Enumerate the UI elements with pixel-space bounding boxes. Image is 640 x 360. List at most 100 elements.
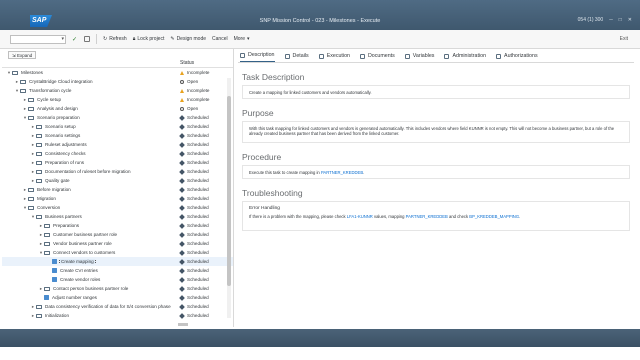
scheduled-icon [179, 150, 185, 157]
exit-button[interactable]: Exit [620, 36, 628, 42]
tree-row[interactable]: ▸ Contact person business partner role Sch… [2, 284, 233, 293]
enter-button[interactable]: ✓ [72, 36, 78, 43]
tree-row-label: Transformation cycle [29, 88, 72, 93]
tree-row-label: Milestones [21, 70, 43, 75]
tab-authorizations[interactable]: Authorizations [496, 53, 538, 62]
tree-row[interactable]: ▸ Consistency checks Scheduled [2, 149, 233, 158]
expand-button[interactable]: ⇲ Expand [8, 50, 37, 59]
tree-row[interactable]: ▾ Transformation cycle Incomplete [2, 86, 233, 95]
folder-icon [20, 88, 26, 93]
tree-row-name: ▸ Scenario settings [2, 133, 177, 139]
chevron-down-icon[interactable]: ▾ [61, 36, 64, 42]
tree-row[interactable]: Create CVI entries Scheduled [2, 266, 233, 275]
vertical-scrollbar[interactable] [227, 78, 231, 318]
error-link-partner[interactable]: PARTNER_KREDDEB [406, 214, 448, 219]
procedure-suffix: . [363, 170, 365, 175]
tree-row[interactable]: ▸ Preparation of runs Scheduled [2, 158, 233, 167]
tree-row[interactable]: ▸ Before migration Scheduled [2, 185, 233, 194]
scheduled-icon [179, 240, 185, 247]
tree-row-name: ▸ Cycle setup [2, 97, 177, 103]
tree-row-status: Scheduled [177, 258, 209, 265]
error-link-lfa1[interactable]: LFA1-KUNNR [347, 214, 373, 219]
tree-row[interactable]: ▸ Ruleset adjustments Scheduled [2, 140, 233, 149]
tree-row[interactable]: ▸ Preparations Scheduled [2, 221, 233, 230]
tree-row[interactable]: ▾ Connect vendors to customers Scheduled [2, 248, 233, 257]
details-icon [284, 53, 290, 59]
tree-row[interactable]: Adjust number ranges Scheduled [2, 293, 233, 302]
tree-row-status: Scheduled [177, 222, 209, 229]
folder-icon [36, 151, 42, 156]
tab-description[interactable]: Description [240, 52, 275, 62]
pencil-icon: ✎ [170, 36, 175, 42]
lock-icon: 🔒︎ [132, 36, 136, 42]
tree-row-status: Scheduled [177, 150, 209, 157]
tree-row[interactable]: ▸ Analysis and design Open [2, 104, 233, 113]
tree-toolbar: ⇲ Expand [2, 49, 233, 60]
more-button[interactable]: More ▾ [234, 36, 250, 42]
tree-row[interactable]: ▸ Scenario setup Scheduled [2, 122, 233, 131]
tab-label: Description [248, 52, 275, 58]
tab-execution[interactable]: Execution [318, 53, 350, 62]
tree-row[interactable]: Create vendor roles Scheduled [2, 275, 233, 284]
open-status-icon [180, 79, 184, 84]
tree-header: Status [2, 60, 233, 68]
procedure-box: Execute this task to create mapping in P… [242, 165, 630, 179]
save-icon [84, 36, 90, 42]
cancel-button[interactable]: Cancel [212, 36, 228, 42]
tree-row-name: ▸ Scenario setup [2, 124, 177, 130]
tree-row[interactable]: ▾ Business partners Scheduled [2, 212, 233, 221]
execution-icon [318, 53, 324, 59]
command-field[interactable]: ▾ [10, 34, 66, 44]
folder-icon [28, 115, 34, 120]
design-mode-button[interactable]: ✎ Design mode [170, 36, 206, 42]
tree-row[interactable]: ▸ Data consistency verification of data f… [2, 302, 233, 311]
tree-row[interactable]: ▾ Milestones Incomplete [2, 68, 233, 77]
lock-project-button[interactable]: 🔒︎ Lock project [133, 36, 165, 42]
procedure-link[interactable]: PARTNER_KREDDEB [321, 170, 363, 175]
minimize-icon[interactable]: ─ [609, 17, 613, 23]
tab-administration[interactable]: Administration [444, 53, 486, 62]
status-text: Scheduled [187, 169, 209, 174]
maximize-icon[interactable]: □ [619, 17, 622, 23]
tree-row-status: Open [177, 106, 198, 111]
tree-row[interactable]: ▸ Scenario settings Scheduled [2, 131, 233, 140]
tree-row-name: Create mapping [2, 259, 177, 264]
tree-row-status: Scheduled [177, 177, 209, 184]
tree-row-status: Scheduled [177, 312, 209, 319]
tree-row[interactable]: ▸ Customer business partner role Scheduled [2, 230, 233, 239]
tree-row-status: Scheduled [177, 303, 209, 310]
tab-variables[interactable]: Variables [404, 53, 434, 62]
tab-details[interactable]: Details [284, 53, 309, 62]
tree-row[interactable]: ▸ CrystalBridge Cloud integration Open [2, 77, 233, 86]
save-button[interactable] [84, 36, 90, 42]
tree-row[interactable]: ▸ Initialization Scheduled [2, 311, 233, 320]
folder-icon [28, 205, 34, 210]
tree-row-label: Adjust number ranges [52, 295, 97, 300]
tree-row[interactable]: ▸ Documentation of ruleset before migrati… [2, 167, 233, 176]
close-icon[interactable]: ✕ [628, 17, 632, 23]
warning-icon [180, 70, 184, 75]
refresh-button[interactable]: ↻ Refresh [103, 36, 127, 42]
horizontal-scroll-thumb[interactable] [178, 323, 188, 326]
scroll-thumb[interactable] [227, 96, 231, 286]
procedure-text: Execute this task to create mapping in [249, 170, 321, 175]
description-icon [240, 52, 245, 58]
error-link-mapping[interactable]: BP_KREDDEB_MAPPING [469, 214, 519, 219]
troubleshooting-title: Troubleshooting [242, 188, 303, 198]
tree-row[interactable]: ▸ Vendor business partner role Scheduled [2, 239, 233, 248]
tree-row-status: Scheduled [177, 141, 209, 148]
tree-row[interactable]: ▾ Scenario preparation Scheduled [2, 113, 233, 122]
tree-row-label: Customer business partner role [53, 232, 118, 237]
tab-documents[interactable]: Documents [359, 53, 395, 62]
tree-row[interactable]: ▸ Cycle setup Incomplete [2, 95, 233, 104]
tab-label: Administration [452, 53, 487, 59]
tree-row[interactable]: Create mapping Scheduled [2, 257, 233, 266]
tree-row[interactable]: ▾ Conversion Scheduled [2, 203, 233, 212]
task-description-box: Create a mapping for linked customers an… [242, 85, 630, 99]
tree-row[interactable]: ▸ Quality gate Scheduled [2, 176, 233, 185]
tree-row-name: ▾ Transformation cycle [2, 88, 177, 94]
expand-label: Expand [17, 52, 33, 58]
procedure-title: Procedure [242, 152, 282, 162]
tree-row[interactable]: ▸ Migration Scheduled [2, 194, 233, 203]
scheduled-icon [179, 177, 185, 184]
